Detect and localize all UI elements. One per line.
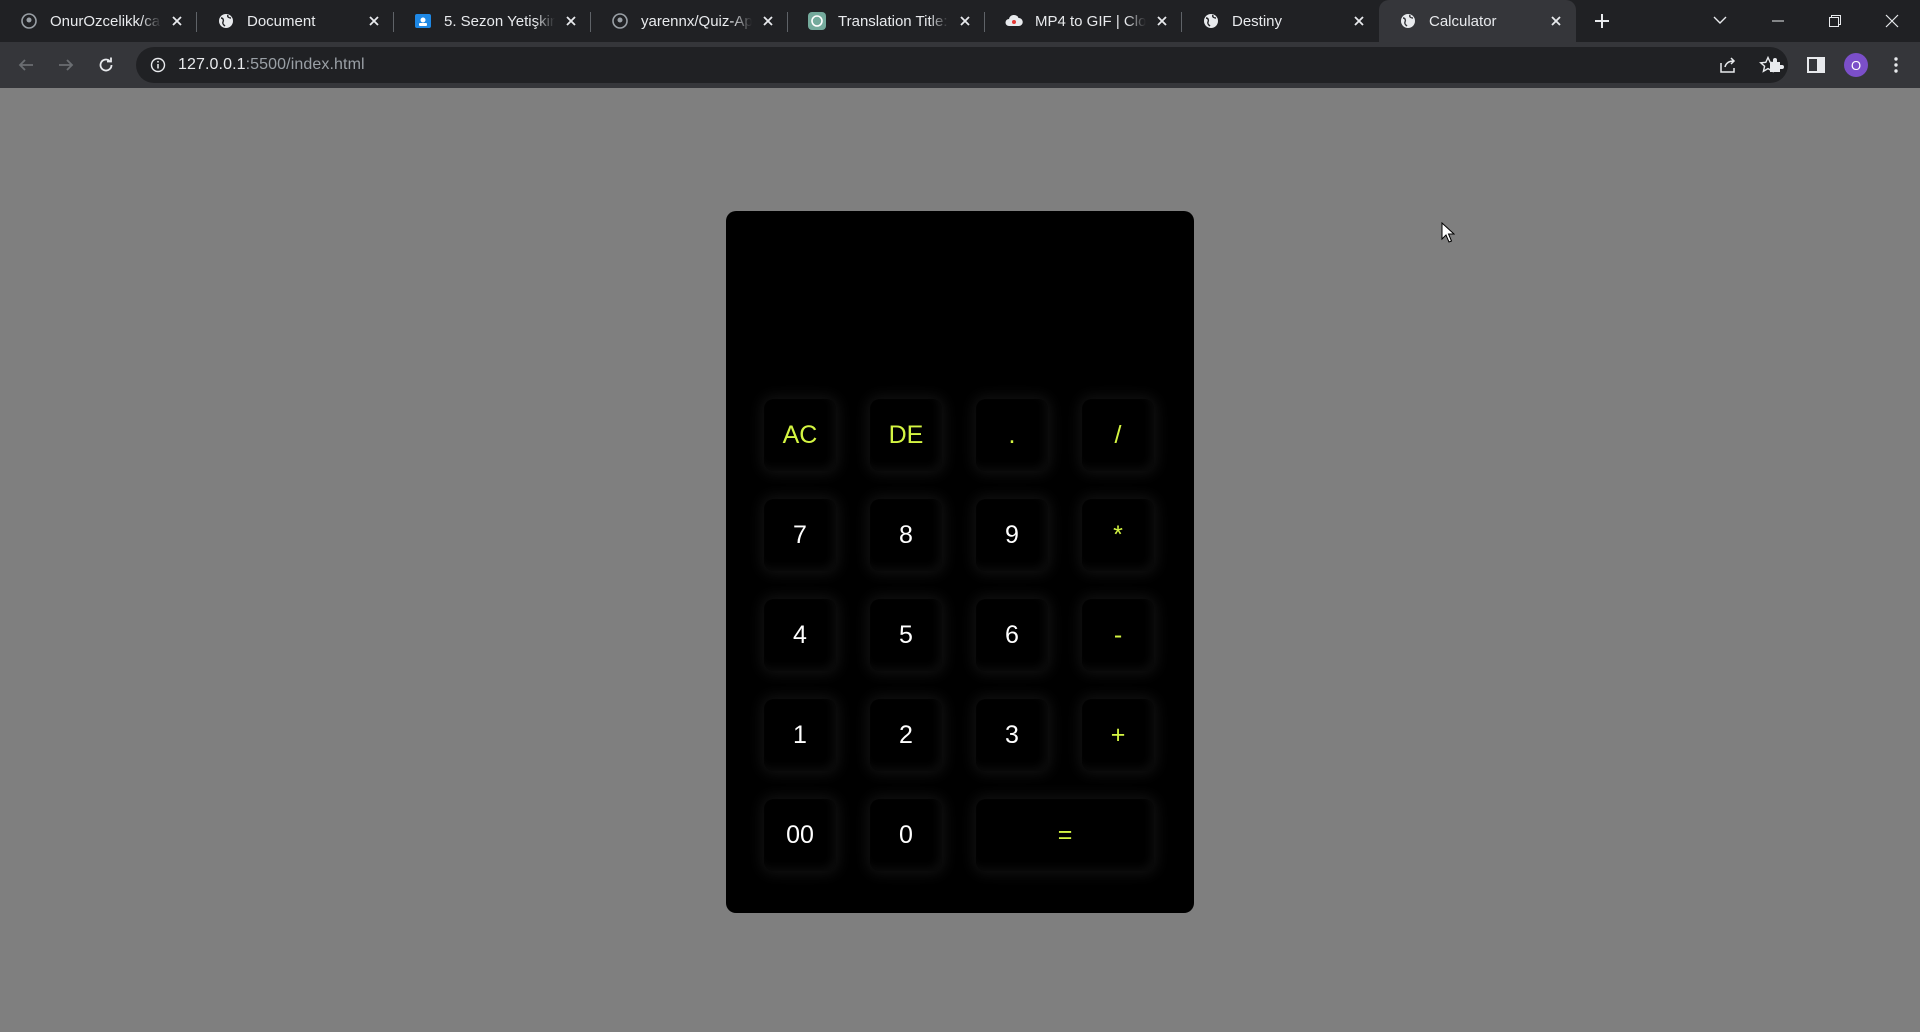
cloudconvert-icon xyxy=(1005,12,1023,30)
github-icon xyxy=(611,12,629,30)
key-decimal-button[interactable]: . xyxy=(976,399,1048,471)
key-digit-1-button[interactable]: 1 xyxy=(764,699,836,771)
share-icon xyxy=(1720,57,1736,73)
tab-title: 5. Sezon Yetişkin xyxy=(444,12,555,30)
back-button[interactable] xyxy=(6,45,46,85)
close-icon[interactable] xyxy=(364,11,384,31)
puzzle-icon xyxy=(1770,58,1784,72)
key-digit-2-button[interactable]: 2 xyxy=(870,699,942,771)
side-panel-button[interactable] xyxy=(1796,45,1836,85)
close-icon[interactable] xyxy=(167,11,187,31)
forward-button[interactable] xyxy=(46,45,86,85)
browser-tab[interactable]: MP4 to GIF | Clou xyxy=(985,0,1182,42)
browser-tab-active[interactable]: Calculator xyxy=(1379,0,1576,42)
tab-strip: OnurOzcelikk/calc Document 5. Sezon Yeti… xyxy=(0,0,1920,42)
globe-icon xyxy=(1202,12,1220,30)
page-viewport: AC DE./7 8 9 * 4 5 6-1 2 3 +00 0 = xyxy=(0,88,1920,1032)
classroom-icon xyxy=(414,12,432,30)
key-multiply-button[interactable]: * xyxy=(1082,499,1154,571)
browser-tab[interactable]: OnurOzcelikk/calc xyxy=(0,0,197,42)
reload-button[interactable] xyxy=(86,45,126,85)
minimize-button[interactable] xyxy=(1749,1,1806,41)
calculator-display xyxy=(756,231,1164,371)
key-digit-0-button[interactable]: 0 xyxy=(870,799,942,871)
key-digit-3-button[interactable]: 3 xyxy=(976,699,1048,771)
profile-button[interactable]: O xyxy=(1836,45,1876,85)
chevron-down-icon xyxy=(1713,16,1727,24)
close-icon[interactable] xyxy=(1546,11,1566,31)
browser-tab[interactable]: 5. Sezon Yetişkin xyxy=(394,0,591,42)
key-digit-4-button[interactable]: 4 xyxy=(764,599,836,671)
toolbar-actions: O xyxy=(1756,45,1916,85)
key-equals-button[interactable]: = xyxy=(976,799,1154,871)
close-icon[interactable] xyxy=(955,11,975,31)
key-subtract-button[interactable]: - xyxy=(1082,599,1154,671)
calculator-keypad: AC DE./7 8 9 * 4 5 6-1 2 3 +00 0 = xyxy=(764,399,1156,871)
close-icon[interactable] xyxy=(758,11,778,31)
globe-icon xyxy=(217,12,235,30)
close-icon xyxy=(1885,14,1898,28)
minimize-icon xyxy=(1771,20,1784,22)
tab-title: OnurOzcelikk/calc xyxy=(50,12,161,30)
restore-button[interactable] xyxy=(1806,1,1863,41)
key-digit-5-button[interactable]: 5 xyxy=(870,599,942,671)
tab-title: MP4 to GIF | Clou xyxy=(1035,12,1146,30)
browser-tab[interactable]: yarennx/Quiz-App xyxy=(591,0,788,42)
close-icon[interactable] xyxy=(1349,11,1369,31)
browser-tab[interactable]: Document xyxy=(197,0,394,42)
key-digit-7-button[interactable]: 7 xyxy=(764,499,836,571)
info-icon[interactable] xyxy=(138,57,178,73)
reload-icon xyxy=(99,57,113,72)
close-icon[interactable] xyxy=(1152,11,1172,31)
key-divide-button[interactable]: / xyxy=(1082,399,1154,471)
mouse-cursor-icon xyxy=(1441,222,1455,243)
chatgpt-icon xyxy=(808,12,826,30)
tab-title: yarennx/Quiz-App xyxy=(641,12,752,30)
browser-toolbar: 127.0.0.1:5500/index.html O xyxy=(0,42,1920,88)
key-digit-9-button[interactable]: 9 xyxy=(976,499,1048,571)
avatar: O xyxy=(1844,53,1868,77)
url-host: 127.0.0.1 xyxy=(178,56,246,73)
extensions-button[interactable] xyxy=(1756,45,1796,85)
url-text: 127.0.0.1:5500/index.html xyxy=(178,56,365,74)
globe-icon xyxy=(1399,12,1417,30)
restore-icon xyxy=(1828,15,1841,27)
github-icon xyxy=(20,12,38,30)
arrow-right-icon xyxy=(59,59,74,71)
plus-icon xyxy=(1595,14,1609,28)
calculator: AC DE./7 8 9 * 4 5 6-1 2 3 +00 0 = xyxy=(726,211,1194,913)
tab-title: Destiny xyxy=(1232,12,1283,30)
browser-tab[interactable]: Translation Title: F xyxy=(788,0,985,42)
address-bar[interactable]: 127.0.0.1:5500/index.html xyxy=(136,47,1788,83)
key-add-button[interactable]: + xyxy=(1082,699,1154,771)
key-digit-8-button[interactable]: 8 xyxy=(870,499,942,571)
kebab-menu-icon xyxy=(1894,57,1898,73)
close-icon[interactable] xyxy=(561,11,581,31)
browser-tab[interactable]: Destiny xyxy=(1182,0,1379,42)
menu-button[interactable] xyxy=(1876,45,1916,85)
key-digit-00-button[interactable]: 00 xyxy=(764,799,836,871)
new-tab-button[interactable] xyxy=(1582,0,1622,42)
side-panel-icon xyxy=(1807,57,1825,73)
key-all-clear-button[interactable]: AC xyxy=(764,399,836,471)
tab-title: Document xyxy=(247,12,316,30)
key-digit-6-button[interactable]: 6 xyxy=(976,599,1048,671)
close-window-button[interactable] xyxy=(1863,1,1920,41)
tab-title: Translation Title: F xyxy=(838,12,949,30)
window-controls xyxy=(1749,0,1920,42)
tab-search-button[interactable] xyxy=(1700,0,1740,40)
tab-title: Calculator xyxy=(1429,12,1497,30)
key-delete-button[interactable]: DE xyxy=(870,399,942,471)
url-path: :5500/index.html xyxy=(245,56,365,73)
arrow-left-icon xyxy=(18,59,33,71)
share-button[interactable] xyxy=(1708,47,1748,83)
